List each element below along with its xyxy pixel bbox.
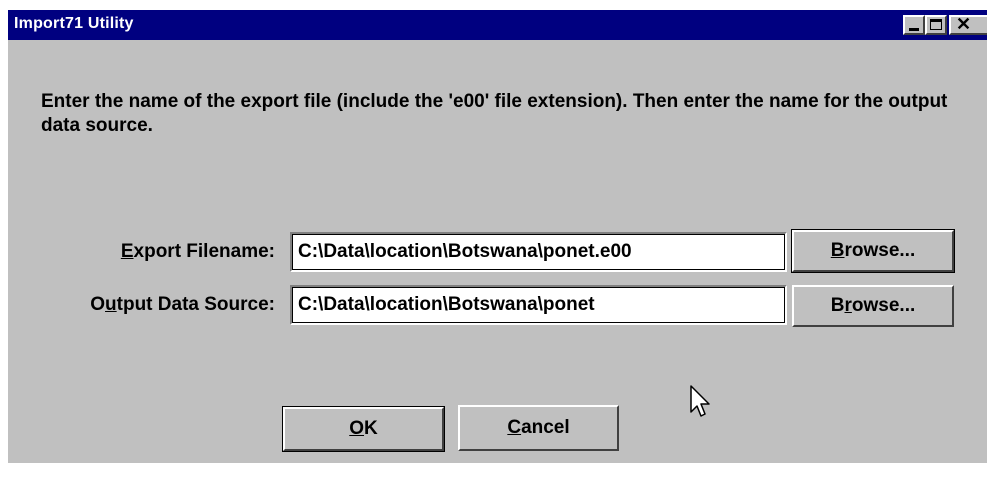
dialog-window: Import71 Utility ✕ Enter the name of the… [8,10,987,463]
output-data-source-label-mnemonic: u [105,294,117,315]
output-browse-label: owse... [851,295,916,316]
cancel-label: ancel [521,417,570,438]
export-filename-label: Export Filename: [8,241,275,263]
output-data-source-label-text: tput Data Source: [116,294,275,315]
title-bar[interactable]: Import71 Utility ✕ [8,10,987,40]
window-title: Import71 Utility [14,15,134,32]
output-data-source-label: Output Data Source: [8,294,275,316]
output-browse-button[interactable]: Br owse... [792,285,954,327]
cancel-mnemonic: C [507,417,522,438]
export-filename-label-mnemonic: E [120,241,134,262]
minimize-button[interactable] [903,15,925,35]
export-browse-label: rowse... [844,240,916,261]
export-filename-input[interactable] [290,232,787,272]
cancel-button[interactable]: Cancel [458,405,619,451]
close-button[interactable]: ✕ [949,14,987,35]
output-browse-pre: B [830,295,845,316]
minimize-icon [909,28,919,31]
maximize-icon [930,19,942,30]
output-browse-mnemonic: r [844,295,852,316]
ok-button[interactable]: OK [282,406,445,452]
export-filename-label-text: xport Filename: [133,241,275,262]
maximize-button[interactable] [925,15,947,35]
output-data-source-input[interactable] [290,285,787,325]
export-browse-button[interactable]: Browse... [791,229,955,273]
ok-mnemonic: O [349,418,365,439]
instructions-text: Enter the name of the export file (inclu… [41,91,948,136]
ok-label: K [364,418,378,439]
arrow-cursor-icon [690,385,710,417]
output-data-source-label-pre: O [90,294,106,315]
export-browse-mnemonic: B [830,240,845,261]
close-icon: ✕ [956,14,972,34]
